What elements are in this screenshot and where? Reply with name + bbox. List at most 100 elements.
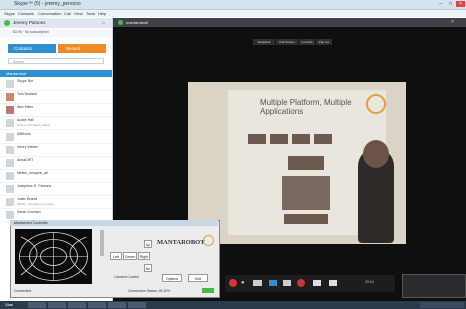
avatar: [6, 133, 14, 141]
contact-name: Mellon_rossjohn_all: [17, 171, 48, 175]
left-button[interactable]: Left: [110, 252, 122, 260]
contact-group-header[interactable]: Mantarobot: [0, 70, 112, 77]
list-item[interactable]: Alec Miles: [0, 104, 112, 117]
online-status-icon[interactable]: [4, 20, 10, 26]
signal-strength-icon: [202, 288, 214, 293]
list-item[interactable]: Skype Bot: [0, 78, 112, 91]
taskbar-item[interactable]: [88, 302, 106, 308]
contact-name: Skype Bot: [17, 79, 33, 83]
diagram-box: [314, 134, 332, 144]
video-camera-icon[interactable]: [253, 280, 262, 286]
taskbar-item[interactable]: [28, 302, 46, 308]
profile-bar[interactable]: Jeremy Parsons ⌂: [0, 18, 112, 28]
avatar: [6, 146, 14, 154]
minimize-icon[interactable]: –: [436, 1, 445, 7]
down-button[interactable]: Dn: [144, 264, 152, 272]
avatar: [6, 80, 14, 88]
menubar: Skype Contacts Conversation Call View To…: [0, 10, 466, 17]
close-icon[interactable]: ×: [451, 19, 454, 25]
taskbar-item[interactable]: [128, 302, 146, 308]
window-titlebar: Skype™ (5) - jeremy_perezoo – □ ×: [0, 0, 466, 10]
record-icon[interactable]: [297, 279, 305, 287]
menu-conversation[interactable]: Conversation: [38, 10, 62, 17]
tab-recent[interactable]: Recent: [58, 44, 106, 53]
avatar: [6, 211, 14, 219]
maximize-icon[interactable]: □: [446, 1, 455, 7]
profile-name: Jeremy Parsons: [13, 20, 46, 25]
menu-tools[interactable]: Tools: [86, 10, 95, 17]
snapshot-button[interactable]: Snapshot: [253, 39, 275, 45]
list-item[interactable]: Henry Steven: [0, 144, 112, 157]
tab-contacts-label: Contacts: [14, 46, 32, 51]
contact-name: AnnaDIRT: [17, 158, 34, 162]
taskbar-item[interactable]: [108, 302, 126, 308]
call-header: mantarobot8 ×: [113, 18, 466, 27]
connection-status-right: Connection Status: 95.10%: [128, 289, 171, 293]
list-item[interactable]: Tom Nowicki: [0, 91, 112, 104]
call-controls-bar: ● 20:10: [225, 275, 395, 292]
list-item[interactable]: Josephine R. Parsons: [0, 183, 112, 196]
avatar: [6, 185, 14, 193]
group-label: Mantarobot: [6, 71, 27, 76]
contact-name: MBftools: [17, 132, 31, 136]
connection-status-left: Connected: [14, 289, 31, 293]
right-button[interactable]: Right: [138, 252, 150, 260]
home-icon[interactable]: ⌂: [102, 20, 105, 26]
fullscreen-button[interactable]: Full Screen: [276, 39, 298, 45]
start-label: Start: [5, 302, 14, 307]
mantarobot-logo: MANTAROBOT: [155, 234, 214, 252]
options-button[interactable]: Options: [162, 274, 182, 282]
contact-name: Justin Brandt: [17, 197, 38, 201]
microphone-icon[interactable]: ●: [241, 280, 245, 286]
tab-contacts[interactable]: Contacts: [8, 44, 56, 53]
online-status-icon: [118, 20, 123, 25]
exit-button[interactable]: Exit: [188, 274, 208, 282]
diagram-box: [248, 134, 266, 144]
chat-icon[interactable]: [269, 280, 277, 286]
camera-tilt-slider[interactable]: [100, 230, 104, 256]
menu-call[interactable]: Call: [64, 10, 71, 17]
contact-name: Tom Nowicki: [17, 92, 37, 96]
controller-titlebar: Mantarobot Controller: [10, 220, 218, 226]
camera-control-label: Camera Control: [114, 275, 139, 279]
popout-button[interactable]: Pop out: [316, 39, 332, 45]
center-button[interactable]: Center: [123, 252, 137, 260]
navigation-pad[interactable]: [15, 229, 92, 284]
add-icon[interactable]: [313, 280, 321, 286]
hangup-icon[interactable]: [229, 279, 237, 287]
self-view-video[interactable]: [402, 274, 466, 298]
close-icon[interactable]: ×: [456, 1, 465, 7]
list-item[interactable]: Justin Brandt Mobile - Working on remote: [0, 196, 112, 209]
slide-title: Multiple Platform, Multiple Applications: [260, 98, 352, 116]
list-item[interactable]: Mellon_rossjohn_all: [0, 170, 112, 183]
menu-view[interactable]: View: [74, 10, 83, 17]
menu-help[interactable]: Help: [98, 10, 106, 17]
up-button[interactable]: Up: [144, 240, 152, 248]
diagram-box: [292, 134, 310, 144]
controls-button[interactable]: Controls: [299, 39, 315, 45]
list-item[interactable]: AnnaDIRT: [0, 157, 112, 170]
call-timer: 20:10: [365, 280, 374, 284]
diagram-box: [288, 156, 324, 170]
screen-share-icon[interactable]: [283, 280, 291, 286]
settings-icon[interactable]: [329, 280, 337, 286]
taskbar-item[interactable]: [48, 302, 66, 308]
list-item[interactable]: Austin Hall Online with Skype calling: [0, 117, 112, 130]
avatar: [6, 119, 14, 127]
avatar: [6, 106, 14, 114]
taskbar-item[interactable]: [68, 302, 86, 308]
menu-skype[interactable]: Skype: [4, 10, 15, 17]
contact-status: Mobile - Working on remote: [17, 202, 54, 206]
contact-name: Sarah Guzman: [17, 210, 41, 214]
start-button[interactable]: Start: [2, 301, 24, 309]
credit-bar[interactable]: $3.95 · No subscription: [0, 29, 112, 37]
avatar: [6, 159, 14, 167]
presenter-head: [363, 140, 389, 168]
avatar: [6, 198, 14, 206]
system-tray[interactable]: [420, 302, 464, 308]
menu-contacts[interactable]: Contacts: [18, 10, 34, 17]
logo-text: MANTAROBOT: [157, 239, 205, 246]
search-input[interactable]: Search: [8, 58, 104, 64]
list-item[interactable]: MBftools: [0, 131, 112, 144]
contact-name: Henry Steven: [17, 145, 39, 149]
